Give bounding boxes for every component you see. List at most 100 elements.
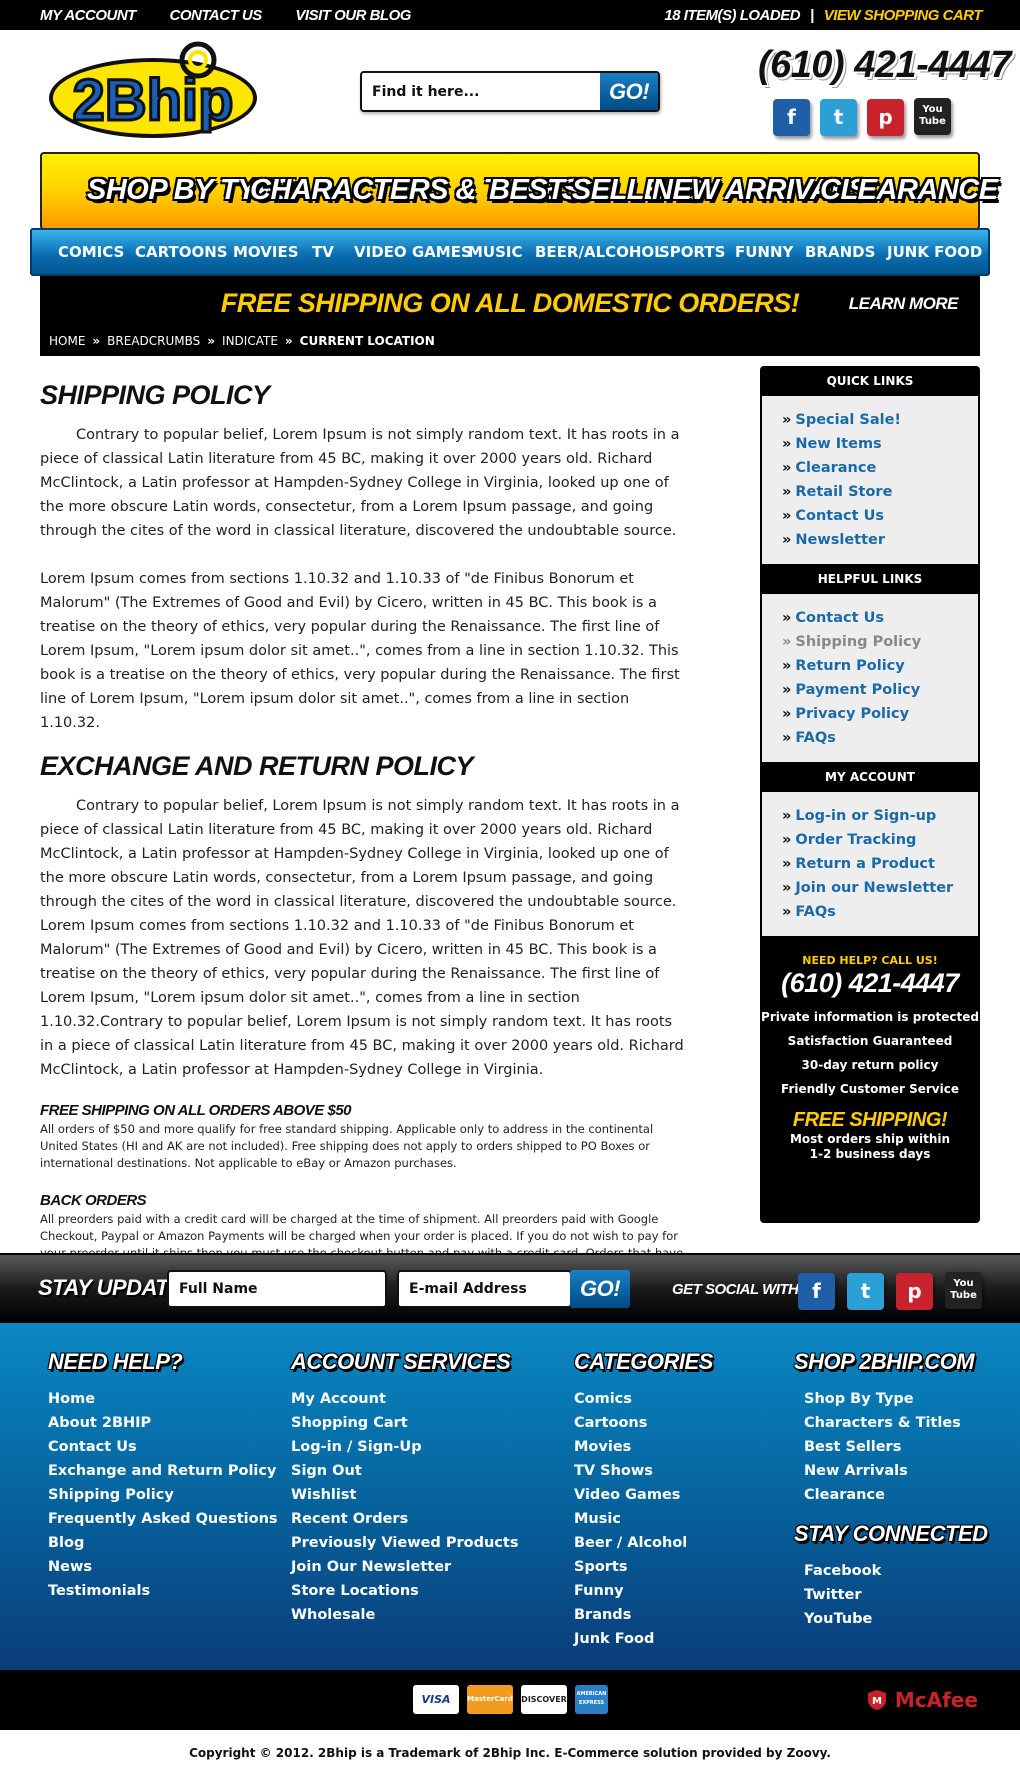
footer-link[interactable]: Music	[574, 1507, 713, 1531]
sidebar-link[interactable]: » Order Tracking	[782, 828, 978, 852]
footer-link[interactable]: Previously Viewed Products	[291, 1531, 518, 1555]
footer-link[interactable]: New Arrivals	[794, 1459, 987, 1483]
footer-link[interactable]: Shipping Policy	[48, 1483, 278, 1507]
bullet: »	[782, 508, 792, 524]
footer-link[interactable]: Wishlist	[291, 1483, 518, 1507]
footer-link[interactable]: Beer / Alcohol	[574, 1531, 713, 1555]
footer-link[interactable]: Funny	[574, 1579, 713, 1603]
footer-link[interactable]: Blog	[48, 1531, 278, 1555]
nav-sports[interactable]: SPORTS	[659, 243, 725, 261]
footer-link[interactable]: News	[48, 1555, 278, 1579]
footer-link[interactable]: YouTube	[794, 1607, 987, 1631]
view-cart-link[interactable]: VIEW SHOPPING CART	[824, 7, 983, 24]
pinterest-icon[interactable]: p	[896, 1273, 933, 1310]
footer-link[interactable]: Contact Us	[48, 1435, 278, 1459]
footer-link[interactable]: Best Sellers	[794, 1435, 987, 1459]
footer-link[interactable]: Sports	[574, 1555, 713, 1579]
pinterest-icon[interactable]: p	[867, 99, 904, 136]
footer-link[interactable]: Clearance	[794, 1483, 987, 1507]
link-label: Return a Product	[795, 856, 935, 872]
footer-link[interactable]: Movies	[574, 1435, 713, 1459]
visit-blog-link[interactable]: VISIT OUR BLOG	[295, 7, 411, 24]
footer-link[interactable]: Frequently Asked Questions	[48, 1507, 278, 1531]
breadcrumb-item[interactable]: INDICATE	[222, 334, 278, 348]
footer-link[interactable]: Testimonials	[48, 1579, 278, 1603]
help-line: Friendly Customer Service	[781, 1082, 959, 1096]
sidebar-link[interactable]: » Contact Us	[782, 504, 978, 528]
search-input[interactable]	[362, 73, 600, 110]
footer-link[interactable]: My Account	[291, 1387, 518, 1411]
footer-link[interactable]: Twitter	[794, 1583, 987, 1607]
footer-link[interactable]: Sign Out	[291, 1459, 518, 1483]
bullet: »	[782, 436, 792, 452]
footer-link[interactable]: Log-in / Sign-Up	[291, 1435, 518, 1459]
footer-link[interactable]: Junk Food	[574, 1627, 713, 1651]
sidebar-link[interactable]: » Contact Us	[782, 606, 978, 630]
footer-link[interactable]: TV Shows	[574, 1459, 713, 1483]
footer-link[interactable]: Recent Orders	[291, 1507, 518, 1531]
newsletter-submit-button[interactable]: GO!	[570, 1270, 630, 1308]
contact-us-link[interactable]: CONTACT US	[170, 7, 263, 24]
youtube-icon[interactable]: You Tube	[914, 98, 951, 135]
help-line: 30-day return policy	[801, 1058, 939, 1072]
email-input[interactable]	[397, 1270, 572, 1308]
breadcrumb-item[interactable]: BREADCRUMBS	[107, 334, 200, 348]
sidebar-link[interactable]: » Retail Store	[782, 480, 978, 504]
footer-link[interactable]: Facebook	[794, 1559, 987, 1583]
nav-cartoons[interactable]: CARTOONS	[135, 243, 228, 261]
footer-link[interactable]: Brands	[574, 1603, 713, 1627]
footer-link[interactable]: Comics	[574, 1387, 713, 1411]
sidebar-link[interactable]: » New Items	[782, 432, 978, 456]
sidebar-link[interactable]: » FAQs	[782, 726, 978, 750]
footer-link[interactable]: Shop By Type	[794, 1387, 987, 1411]
sidebar-link[interactable]: » Payment Policy	[782, 678, 978, 702]
learn-more-link[interactable]: LEARN MORE	[849, 294, 959, 314]
nav-comics[interactable]: COMICS	[58, 243, 124, 261]
breadcrumb-home[interactable]: HOME	[49, 334, 85, 348]
visa-icon: VISA	[413, 1685, 459, 1714]
sidebar-link[interactable]: » Special Sale!	[782, 408, 978, 432]
link-label: Join our Newsletter	[795, 880, 954, 896]
footer-title: STAY CONNECTED	[794, 1521, 988, 1546]
sidebar-link[interactable]: » Log-in or Sign-up	[782, 804, 978, 828]
sidebar-link[interactable]: » Clearance	[782, 456, 978, 480]
twitter-icon[interactable]: t	[820, 99, 857, 136]
sidebar-link[interactable]: » Join our Newsletter	[782, 876, 978, 900]
nav-movies[interactable]: MOVIES	[233, 243, 299, 261]
help-box: NEED HELP? CALL US! (610) 421-4447 Priva…	[760, 936, 980, 1162]
nav-funny[interactable]: FUNNY	[735, 243, 793, 261]
youtube-icon[interactable]: You Tube	[945, 1272, 982, 1309]
footer-link[interactable]: Cartoons	[574, 1411, 713, 1435]
sidebar-link[interactable]: » FAQs	[782, 900, 978, 924]
footer-link[interactable]: Home	[48, 1387, 278, 1411]
mastercard-icon: MasterCard	[467, 1685, 513, 1714]
sidebar-link-active[interactable]: » Shipping Policy	[782, 630, 978, 654]
sidebar-link[interactable]: » Return Policy	[782, 654, 978, 678]
twitter-icon[interactable]: t	[847, 1273, 884, 1310]
nav-tv[interactable]: TV	[312, 243, 334, 261]
nav-junk-food[interactable]: JUNK FOOD	[887, 243, 982, 261]
footer-link[interactable]: Join Our Newsletter	[291, 1555, 518, 1579]
full-name-input[interactable]	[167, 1270, 387, 1308]
my-account-link[interactable]: MY ACCOUNT	[40, 7, 136, 24]
footer-link[interactable]: Exchange and Return Policy	[48, 1459, 278, 1483]
search-button[interactable]: GO!	[600, 73, 658, 110]
facebook-icon[interactable]: f	[773, 99, 810, 136]
sidebar-link[interactable]: » Newsletter	[782, 528, 978, 552]
sidebar-link[interactable]: » Privacy Policy	[782, 702, 978, 726]
nav-beer-alcohol[interactable]: BEER/ALCOHOL	[535, 243, 664, 261]
footer-link[interactable]: Characters & Titles	[794, 1411, 987, 1435]
footer-link[interactable]: About 2BHIP	[48, 1411, 278, 1435]
facebook-icon[interactable]: f	[798, 1273, 835, 1310]
nav-video-games[interactable]: VIDEO GAMES	[354, 243, 472, 261]
footer-link[interactable]: Store Locations	[291, 1579, 518, 1603]
nav-brands[interactable]: BRANDS	[805, 243, 875, 261]
footer-link[interactable]: Video Games	[574, 1483, 713, 1507]
footer-link[interactable]: Wholesale	[291, 1603, 518, 1627]
site-logo[interactable]: 2Bhip	[48, 40, 263, 142]
sidebar-link[interactable]: » Return a Product	[782, 852, 978, 876]
nav-music[interactable]: MUSIC	[468, 243, 523, 261]
link-label: FAQs	[795, 730, 836, 746]
footer-link[interactable]: Shopping Cart	[291, 1411, 518, 1435]
nav-clearance[interactable]: CLEARANCE	[820, 174, 998, 207]
